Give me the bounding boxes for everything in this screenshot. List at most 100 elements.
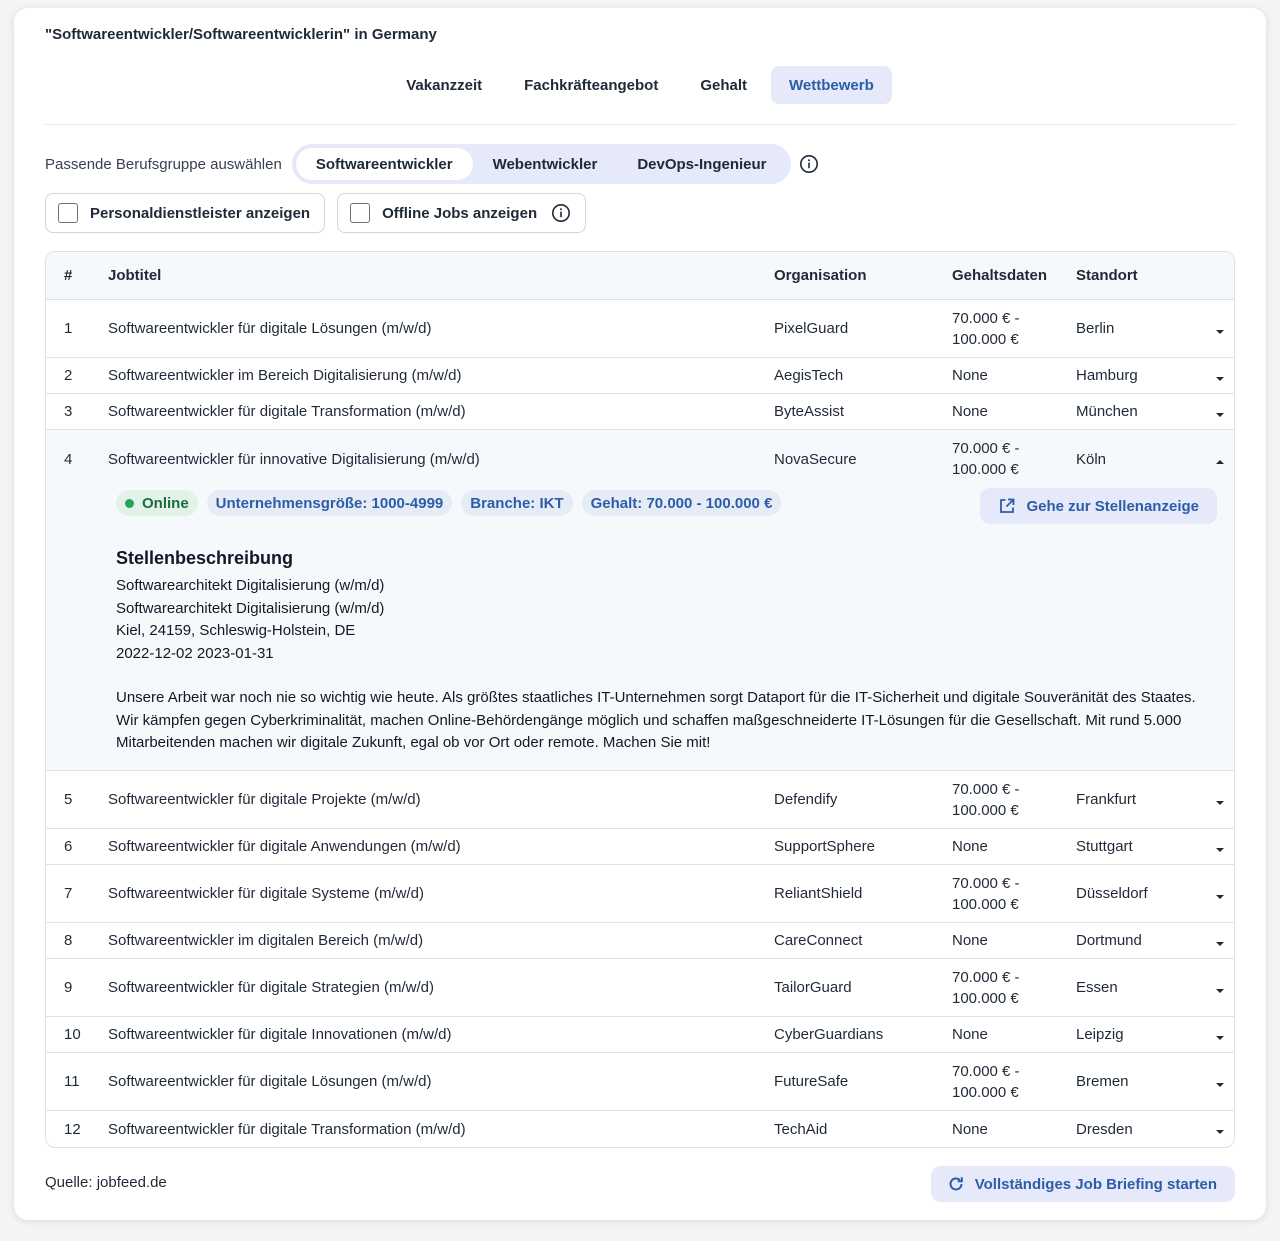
- jobs-table: # Jobtitel Organisation Gehaltsdaten Sta…: [45, 251, 1235, 1148]
- chevron-down-icon[interactable]: [1215, 1124, 1225, 1134]
- row-num: 3: [64, 403, 73, 420]
- row-salary: None: [952, 403, 988, 420]
- table-header: # Jobtitel Organisation Gehaltsdaten Sta…: [46, 252, 1234, 300]
- row-salary: 70.000 € - 100.000 €: [952, 1062, 1020, 1101]
- tab-vakanzzeit[interactable]: Vakanzzeit: [388, 66, 500, 104]
- row-org: PixelGuard: [774, 320, 849, 337]
- row-title: Softwareentwickler für digitale Lösungen…: [108, 320, 432, 337]
- row-salary: None: [952, 838, 988, 855]
- info-icon[interactable]: [799, 154, 819, 174]
- chevron-down-icon[interactable]: [1215, 842, 1225, 852]
- description-heading: Stellenbeschreibung: [116, 548, 294, 568]
- row-org: CyberGuardians: [774, 1026, 884, 1043]
- start-briefing-button[interactable]: Vollständiges Job Briefing starten: [930, 1166, 1235, 1202]
- row-location: Leipzig: [1076, 1026, 1124, 1043]
- chevron-down-icon[interactable]: [1215, 936, 1225, 946]
- table-row[interactable]: 11 Softwareentwickler für digitale Lösun…: [46, 1053, 1234, 1111]
- group-selector-row: Passende Berufsgruppe auswählen Software…: [45, 144, 819, 184]
- chevron-down-icon[interactable]: [1215, 324, 1225, 334]
- row-org: NovaSecure: [774, 450, 857, 468]
- header-org: Organisation: [774, 267, 867, 284]
- table-row[interactable]: 2 Softwareentwickler im Bereich Digitali…: [46, 358, 1234, 394]
- table-row[interactable]: 4 Softwareentwickler für innovative Digi…: [46, 430, 1234, 488]
- row-title: Softwareentwickler im digitalen Bereich …: [108, 932, 424, 949]
- table-row[interactable]: 3 Softwareentwickler für digitale Transf…: [46, 394, 1234, 430]
- goto-job-posting-button[interactable]: Gehe zur Stellenanzeige: [980, 488, 1217, 524]
- row-salary: 70.000 € - 100.000 €: [952, 780, 1020, 819]
- staffing-filter[interactable]: Personaldienstleister anzeigen: [45, 193, 326, 233]
- row-num: 4: [64, 450, 73, 468]
- row-salary: 70.000 € - 100.000 €: [952, 874, 1020, 913]
- chevron-down-icon[interactable]: [1215, 407, 1225, 417]
- row-location: Stuttgart: [1076, 838, 1133, 855]
- tab-wettbewerb[interactable]: Wettbewerb: [771, 66, 892, 104]
- row-num: 6: [64, 838, 73, 855]
- chevron-up-icon[interactable]: [1215, 454, 1225, 464]
- status-badge-label: Online: [142, 494, 189, 512]
- row-num: 5: [64, 791, 73, 808]
- table-row[interactable]: 6 Softwareentwickler für digitale Anwend…: [46, 829, 1234, 865]
- offline-filter[interactable]: Offline Jobs anzeigen: [337, 193, 587, 233]
- row-num: 11: [64, 1073, 80, 1090]
- table-row[interactable]: 12 Softwareentwickler für digitale Trans…: [46, 1111, 1234, 1147]
- group-selector-label: Passende Berufsgruppe auswählen: [45, 155, 282, 173]
- offline-checkbox[interactable]: [350, 203, 371, 223]
- chevron-down-icon[interactable]: [1215, 1077, 1225, 1087]
- header-num: #: [64, 267, 73, 284]
- row-title: Softwareentwickler für digitale Projekte…: [108, 791, 421, 808]
- expanded-row: 4 Softwareentwickler für innovative Digi…: [46, 430, 1234, 771]
- row-salary: 70.000 € - 100.000 €: [952, 968, 1020, 1007]
- row-title: Softwareentwickler für digitale Innovati…: [108, 1026, 452, 1043]
- row-title: Softwareentwickler für innovative Digita…: [108, 450, 480, 468]
- row-org: ByteAssist: [774, 403, 845, 420]
- industry-badge: Branche: IKT: [461, 490, 573, 516]
- row-title: Softwareentwickler für digitale Lösungen…: [108, 1073, 432, 1090]
- header-location: Standort: [1076, 267, 1138, 284]
- row-org: Defendify: [774, 791, 838, 808]
- row-salary: 70.000 € - 100.000 €: [952, 309, 1020, 348]
- description-line: 2022-12-02 2023-01-31: [116, 644, 274, 662]
- source-text: Quelle: jobfeed.de: [45, 1174, 167, 1191]
- chevron-down-icon[interactable]: [1215, 983, 1225, 993]
- row-org: TechAid: [774, 1120, 828, 1138]
- staffing-checkbox[interactable]: [58, 203, 78, 223]
- refresh-icon: [949, 1177, 963, 1191]
- chevron-down-icon[interactable]: [1215, 795, 1225, 805]
- row-org: TailorGuard: [774, 979, 852, 996]
- row-num: 7: [64, 885, 73, 902]
- table-row[interactable]: 7 Softwareentwickler für digitale System…: [46, 865, 1234, 923]
- row-location: Köln: [1076, 450, 1107, 468]
- table-row[interactable]: 10 Softwareentwickler für digitale Innov…: [46, 1017, 1234, 1053]
- row-location: Berlin: [1076, 320, 1115, 337]
- status-badge: Online: [116, 490, 198, 516]
- row-salary: 70.000 € - 100.000 €: [952, 440, 1020, 478]
- row-org: CareConnect: [774, 932, 863, 949]
- row-org: ReliantShield: [774, 885, 863, 902]
- group-option-devops[interactable]: DevOps-Ingenieur: [617, 148, 786, 180]
- chevron-down-icon[interactable]: [1215, 371, 1225, 381]
- row-num: 2: [64, 367, 73, 384]
- row-title: Softwareentwickler für digitale Systeme …: [108, 885, 424, 902]
- info-icon[interactable]: [551, 203, 571, 223]
- tab-bar: Vakanzzeit Fachkräfteangebot Gehalt Wett…: [14, 66, 1266, 104]
- tab-gehalt[interactable]: Gehalt: [682, 66, 765, 104]
- chevron-down-icon[interactable]: [1215, 889, 1225, 899]
- row-location: Essen: [1076, 979, 1118, 996]
- header-title: Jobtitel: [108, 267, 162, 284]
- row-location: Dresden: [1076, 1120, 1133, 1138]
- table-row[interactable]: 9 Softwareentwickler für digitale Strate…: [46, 959, 1234, 1017]
- tab-fachkraefteangebot[interactable]: Fachkräfteangebot: [506, 66, 676, 104]
- table-row[interactable]: 5 Softwareentwickler für digitale Projek…: [46, 771, 1234, 829]
- start-briefing-label: Vollständiges Job Briefing starten: [974, 1175, 1217, 1193]
- offline-label: Offline Jobs anzeigen: [382, 204, 538, 222]
- description-body: Unsere Arbeit war noch nie so wichtig wi…: [116, 689, 1196, 751]
- table-row[interactable]: 1 Softwareentwickler für digitale Lösung…: [46, 300, 1234, 358]
- table-row[interactable]: 8 Softwareentwickler im digitalen Bereic…: [46, 923, 1234, 959]
- group-option-softwareentwickler[interactable]: Softwareentwickler: [295, 148, 473, 180]
- row-location: Düsseldorf: [1076, 885, 1148, 902]
- row-num: 8: [64, 932, 73, 949]
- main-card: "Softwareentwickler/Softwareentwicklerin…: [14, 8, 1266, 1220]
- chevron-down-icon[interactable]: [1215, 1030, 1225, 1040]
- header-salary: Gehaltsdaten: [952, 267, 1048, 284]
- group-option-webentwickler[interactable]: Webentwickler: [473, 148, 618, 180]
